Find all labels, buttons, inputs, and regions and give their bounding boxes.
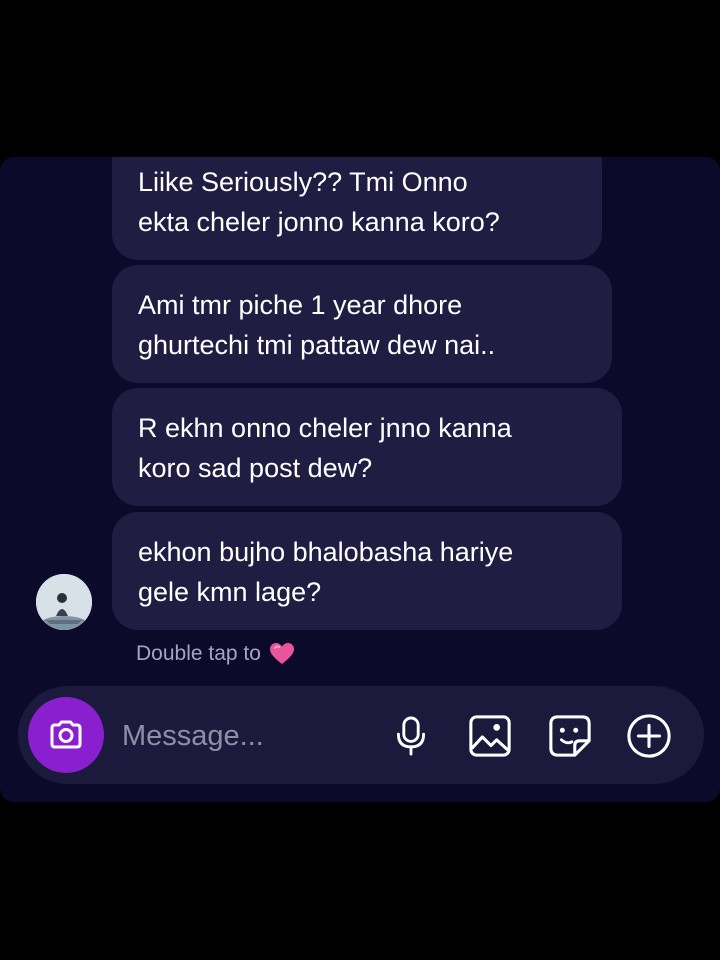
camera-button[interactable] xyxy=(28,697,104,773)
double-tap-hint: Double tap to xyxy=(136,639,295,669)
screen: Liike Seriously?? Tmi Onno ekta cheler j… xyxy=(0,0,720,960)
message-bubble[interactable]: ekhon bujho bhalobasha hariye gele kmn l… xyxy=(112,512,622,630)
chat-panel: Liike Seriously?? Tmi Onno ekta cheler j… xyxy=(0,157,720,802)
message-input[interactable] xyxy=(120,713,374,759)
message-composer xyxy=(18,686,704,784)
plus-icon xyxy=(627,714,671,758)
gallery-icon xyxy=(469,715,511,757)
message-bubble[interactable]: Ami tmr piche 1 year dhore ghurtechi tmi… xyxy=(112,265,612,383)
sticker-icon xyxy=(549,715,591,757)
sticker-button[interactable] xyxy=(547,713,593,759)
microphone-icon xyxy=(396,716,426,756)
more-options-button[interactable] xyxy=(626,713,672,759)
pink-heart-icon xyxy=(269,642,295,666)
message-bubble[interactable]: Liike Seriously?? Tmi Onno ekta cheler j… xyxy=(112,157,602,260)
voice-message-button[interactable] xyxy=(388,713,434,759)
message-bubble[interactable]: R ekhn onno cheler jnno kanna koro sad p… xyxy=(112,388,622,506)
camera-icon xyxy=(50,720,82,749)
double-tap-label: Double tap to xyxy=(136,642,261,665)
gallery-button[interactable] xyxy=(467,713,513,759)
avatar[interactable] xyxy=(36,574,92,630)
avatar-image xyxy=(36,574,92,630)
